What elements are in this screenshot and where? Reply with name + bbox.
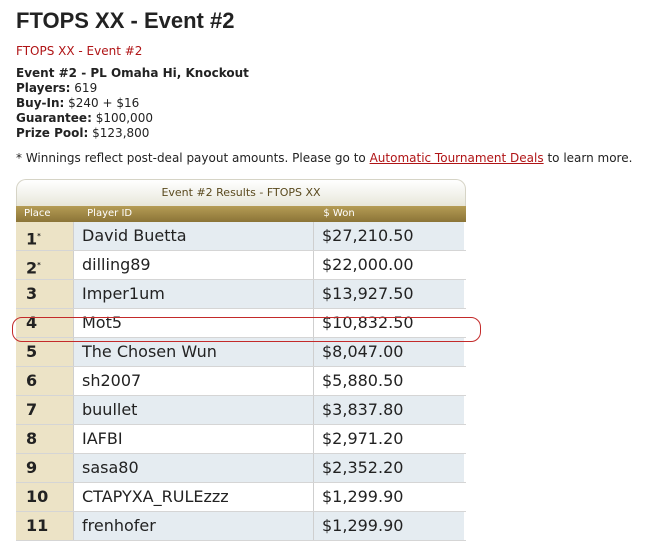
table-row: 2* dilling89 $22,000.00 — [16, 251, 466, 280]
won-cell: $1,299.90 — [314, 483, 464, 511]
table-row: 10 CTAPYXA_RULEzzz $1,299.90 — [16, 483, 466, 512]
players-label: Players: — [16, 81, 71, 95]
buyin-value: $240 + $16 — [68, 96, 140, 110]
won-cell: $8,047.00 — [314, 338, 464, 366]
place-value: 10 — [26, 487, 49, 506]
deal-mark: * — [37, 261, 41, 269]
place-cell: 3 — [16, 280, 74, 308]
player-cell: CTAPYXA_RULEzzz — [74, 483, 314, 511]
prizepool-label: Prize Pool: — [16, 126, 89, 140]
won-cell: $22,000.00 — [314, 251, 464, 279]
row-highlight-circle — [12, 317, 481, 342]
place-value: 5 — [26, 342, 38, 361]
table-row: 8 IAFBI $2,971.20 — [16, 425, 466, 454]
table-row: 3 Imper1um $13,927.50 — [16, 280, 466, 309]
page: FTOPS XX - Event #2 FTOPS XX - Event #2 … — [0, 0, 650, 541]
table-row: 5 The Chosen Wun $8,047.00 — [16, 338, 466, 367]
guarantee-label: Guarantee: — [16, 111, 92, 125]
breadcrumb-link[interactable]: FTOPS XX - Event #2 — [16, 44, 142, 58]
place-cell: 7 — [16, 396, 74, 424]
place-cell: 11 — [16, 512, 74, 540]
place-cell: 1* — [16, 222, 74, 250]
place-value: 1 — [26, 229, 38, 249]
place-value: 11 — [26, 516, 49, 535]
note-suffix: to learn more. — [547, 151, 633, 165]
player-cell: buullet — [74, 396, 314, 424]
buyin-label: Buy-In: — [16, 96, 65, 110]
table-row: 7 buullet $3,837.80 — [16, 396, 466, 425]
players-value: 619 — [74, 81, 98, 95]
place-cell: 8 — [16, 425, 74, 453]
event-info: Event #2 - PL Omaha Hi, Knockout Players… — [16, 66, 634, 141]
table-caption: Event #2 Results - FTOPS XX — [16, 179, 466, 206]
table-row: 9 sasa80 $2,352.20 — [16, 454, 466, 483]
won-cell: $3,837.80 — [314, 396, 464, 424]
place-value: 6 — [26, 371, 38, 390]
place-value: 3 — [26, 284, 38, 303]
player-cell: Imper1um — [74, 280, 314, 308]
won-cell: $1,299.90 — [314, 512, 464, 540]
table-row: 11 frenhofer $1,299.90 — [16, 512, 466, 541]
won-cell: $13,927.50 — [314, 280, 464, 308]
table-row: 6 sh2007 $5,880.50 — [16, 367, 466, 396]
player-cell: David Buetta — [74, 222, 314, 250]
won-cell: $2,971.20 — [314, 425, 464, 453]
place-cell: 2* — [16, 251, 74, 279]
place-cell: 9 — [16, 454, 74, 482]
player-cell: frenhofer — [74, 512, 314, 540]
note-prefix: * Winnings reflect post-deal payout amou… — [16, 151, 366, 165]
tournament-deals-link[interactable]: Automatic Tournament Deals — [370, 151, 544, 165]
player-cell: sasa80 — [74, 454, 314, 482]
won-cell: $2,352.20 — [314, 454, 464, 482]
player-cell: The Chosen Wun — [74, 338, 314, 366]
results-table: Event #2 Results - FTOPS XX Place Player… — [16, 179, 466, 541]
header-player: Player ID — [87, 208, 133, 219]
page-title: FTOPS XX - Event #2 — [16, 8, 235, 33]
deal-mark: * — [37, 232, 41, 240]
guarantee-value: $100,000 — [95, 111, 153, 125]
winnings-note: * Winnings reflect post-deal payout amou… — [16, 151, 634, 165]
header-won: $ Won — [323, 208, 355, 219]
player-cell: dilling89 — [74, 251, 314, 279]
place-value: 9 — [26, 458, 38, 477]
place-value: 8 — [26, 429, 38, 448]
player-cell: sh2007 — [74, 367, 314, 395]
place-value: 7 — [26, 400, 38, 419]
table-header: Place Player ID $ Won — [16, 206, 466, 222]
event-line: Event #2 - PL Omaha Hi, Knockout — [16, 66, 249, 80]
table-row: 1* David Buetta $27,210.50 — [16, 222, 466, 251]
table-body: 1* David Buetta $27,210.50 2* dilling89 $22,0… — [16, 222, 466, 541]
won-cell: $5,880.50 — [314, 367, 464, 395]
player-cell: IAFBI — [74, 425, 314, 453]
prizepool-value: $123,800 — [92, 126, 150, 140]
won-cell: $27,210.50 — [314, 222, 464, 250]
place-cell: 6 — [16, 367, 74, 395]
header-place: Place — [24, 208, 51, 219]
place-cell: 5 — [16, 338, 74, 366]
place-value: 2 — [26, 258, 38, 278]
place-cell: 10 — [16, 483, 74, 511]
